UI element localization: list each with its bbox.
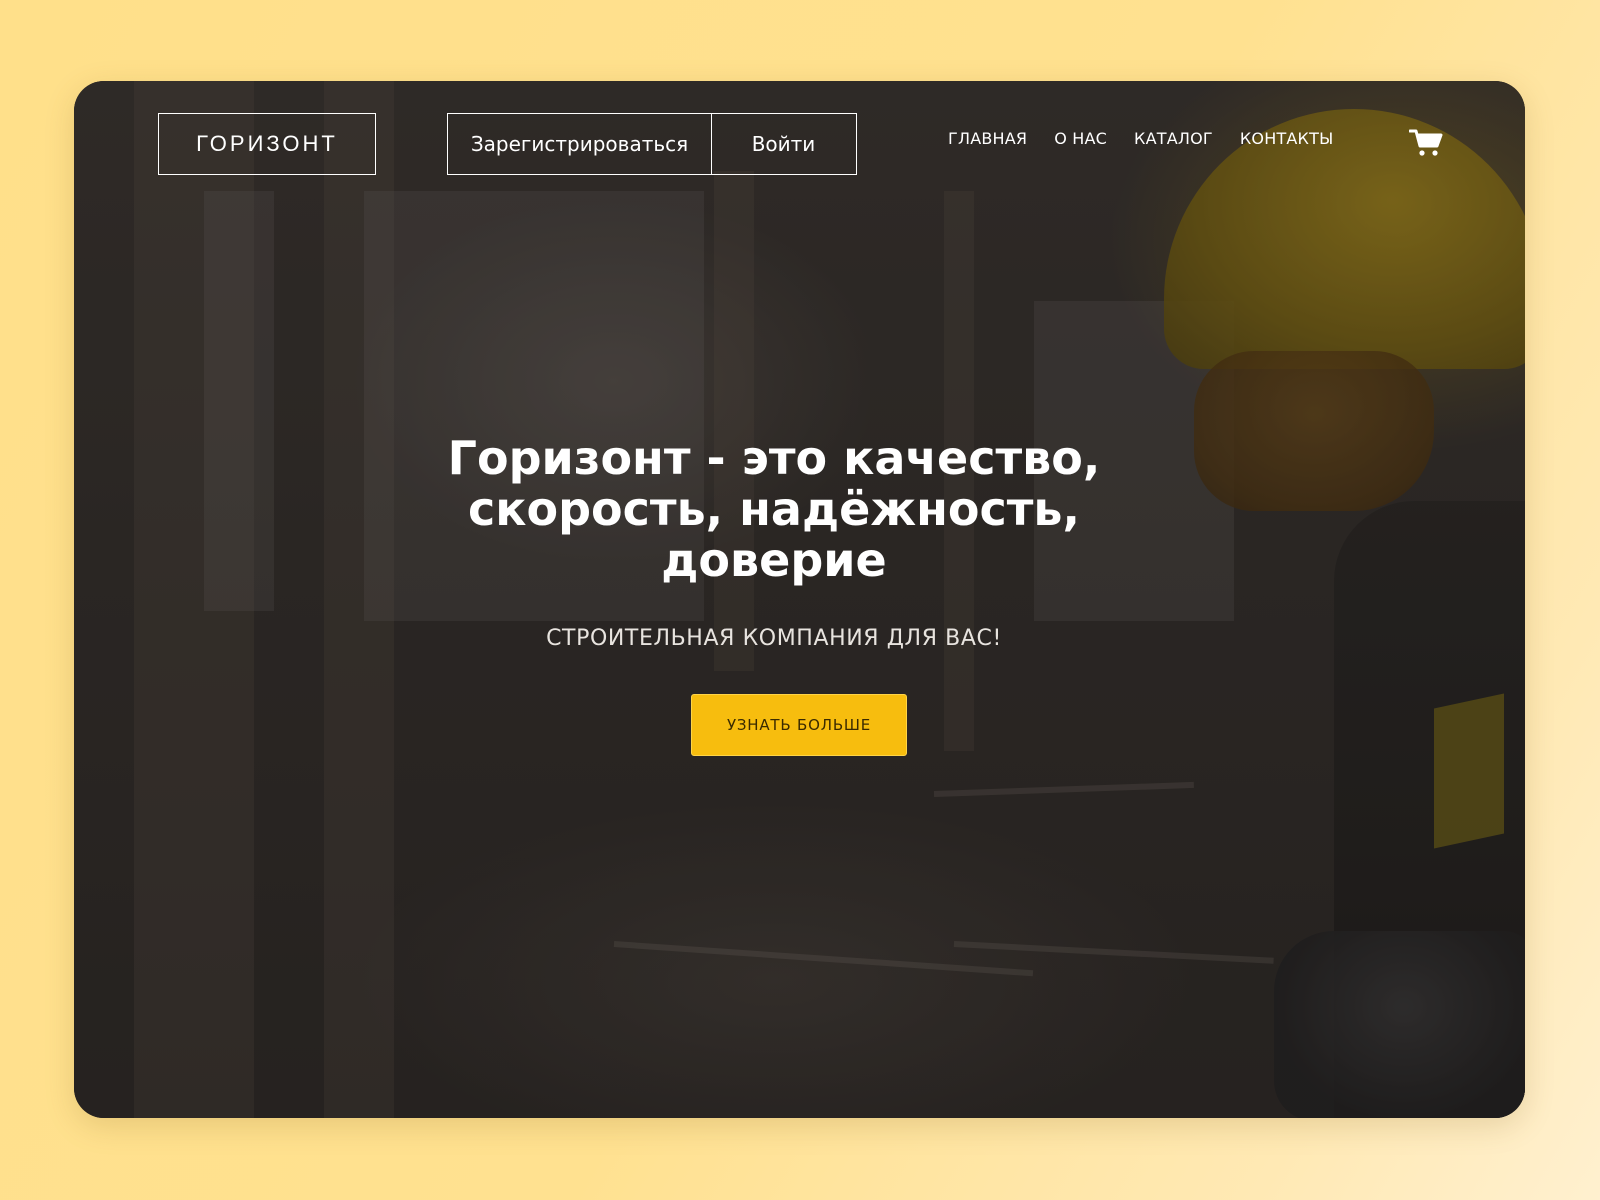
learn-more-button[interactable]: УЗНАТЬ БОЛЬШЕ — [691, 694, 907, 756]
dark-overlay — [74, 81, 1525, 1118]
nav-item-home[interactable]: ГЛАВНАЯ — [948, 129, 1027, 148]
hero-title: Горизонт - это качество, скорость, надёж… — [374, 433, 1174, 586]
main-nav: ГЛАВНАЯ О НАС КАТАЛОГ КОНТАКТЫ — [948, 129, 1360, 148]
logo[interactable]: ГОРИЗОНТ — [158, 113, 376, 175]
hero-title-line-2: скорость, надёжность, — [468, 482, 1080, 536]
login-button[interactable]: Войти — [710, 113, 857, 175]
nav-item-catalog[interactable]: КАТАЛОГ — [1134, 129, 1213, 148]
register-button[interactable]: Зарегистрироваться — [447, 113, 712, 175]
hero-subtitle: СТРОИТЕЛЬНАЯ КОМПАНИЯ ДЛЯ ВАС! — [546, 626, 1002, 651]
hero-title-line-3: доверие — [661, 533, 887, 587]
auth-buttons: Зарегистрироваться Войти — [447, 113, 857, 175]
shopping-cart-icon[interactable] — [1408, 128, 1443, 158]
hero-window: ГОРИЗОНТ Зарегистрироваться Войти ГЛАВНА… — [74, 81, 1525, 1118]
nav-item-contacts[interactable]: КОНТАКТЫ — [1240, 129, 1334, 148]
nav-item-about[interactable]: О НАС — [1054, 129, 1107, 148]
hero-title-line-1: Горизонт - это качество, — [447, 431, 1101, 485]
